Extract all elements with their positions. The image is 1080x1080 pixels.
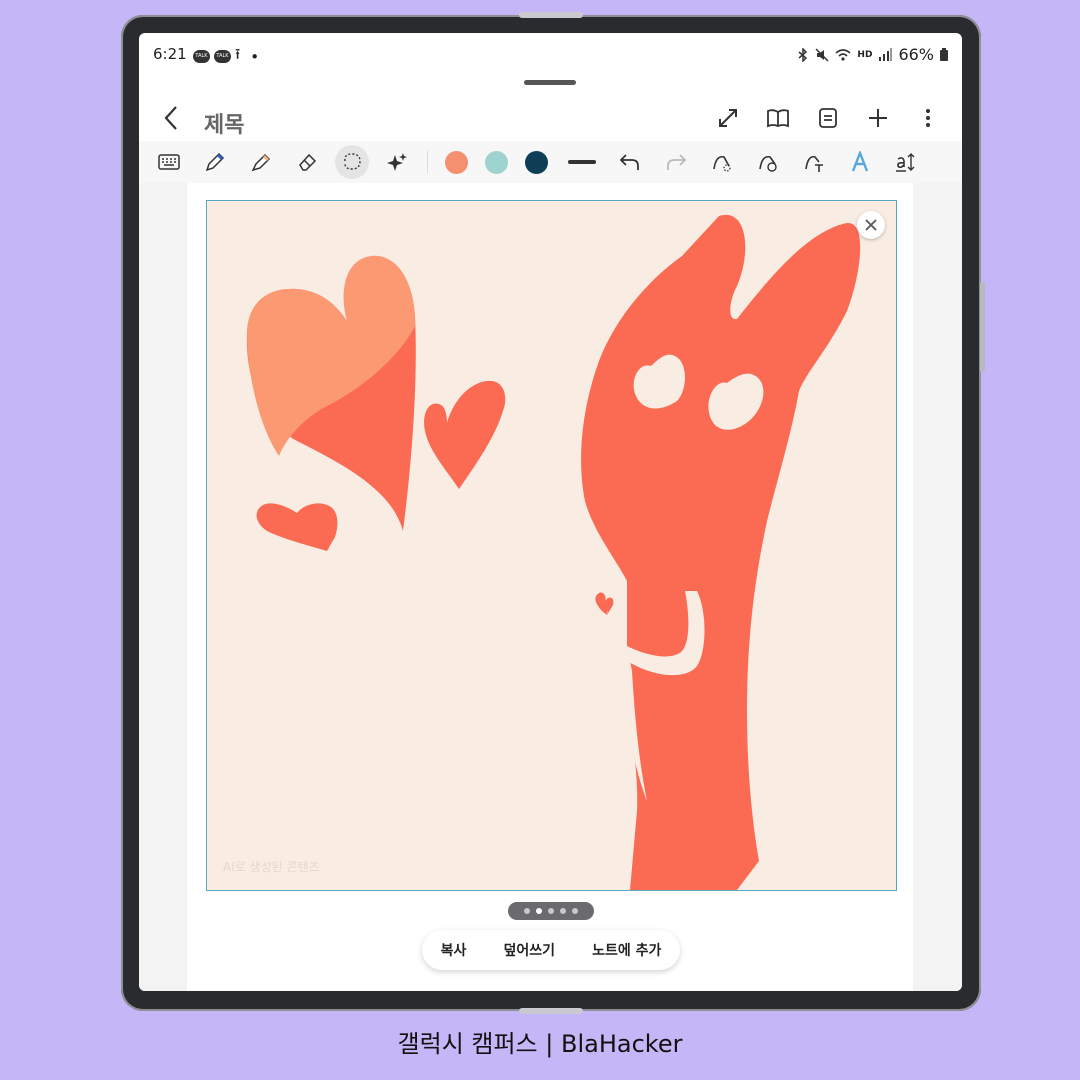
pager-dot-active[interactable] [536,908,542,914]
add-icon[interactable] [866,107,890,131]
redo-icon[interactable] [664,150,688,174]
toolbar-divider [427,151,428,173]
note-title[interactable]: 제목 [204,107,244,139]
tiny-heart-illustration [256,503,338,551]
eraser-icon[interactable] [295,150,319,174]
image-action-bar: 복사 덮어쓰기 노트에 추가 [422,930,680,970]
pager-dot[interactable] [548,908,554,914]
expand-icon[interactable] [716,107,740,131]
status-time: 6:21 [153,45,187,63]
keyboard-icon[interactable] [157,150,181,174]
back-icon[interactable] [163,105,179,138]
big-heart-illustration [246,255,416,531]
status-right: HD 66% [797,45,948,64]
text-size-icon[interactable] [894,150,918,174]
kakaotalk-icon: TALK [193,50,210,63]
generated-image-preview[interactable]: AI로 생성된 콘텐츠 [206,200,897,891]
drawing-toolbar [139,141,962,183]
text-convert-icon[interactable] [802,150,826,174]
status-bar: 6:21 TALK TALK ⭱ • HD 66% [139,33,962,77]
pen-icon[interactable] [203,150,227,174]
shape-correct-icon[interactable] [710,150,734,174]
hd-voice-icon: HD [857,49,873,60]
undo-icon[interactable] [618,150,642,174]
title-actions [716,107,940,131]
color-swatch-coral[interactable] [445,150,468,174]
color-swatch-teal[interactable] [485,150,508,174]
more-options-icon[interactable] [916,107,940,131]
lasso-select-icon[interactable] [335,145,369,179]
pager-dot[interactable] [572,908,578,914]
mute-icon [815,47,829,62]
character-illustration [581,214,861,890]
hinge-top [519,12,583,18]
pager-dot[interactable] [524,908,530,914]
battery-icon [940,48,948,61]
page-list-icon[interactable] [816,107,840,131]
caption: 갤럭시 캠퍼스 | BlaHacker [397,1030,683,1058]
generated-illustration [246,214,861,890]
bluetooth-icon [798,47,808,62]
signal-icon [879,48,893,61]
drag-handle[interactable] [524,80,576,85]
status-notifications: TALK TALK ⭱ • [193,44,259,69]
small-heart-illustration [424,380,506,489]
highlighter-icon[interactable] [249,150,273,174]
close-icon [865,219,877,231]
add-to-note-button[interactable]: 노트에 추가 [592,940,661,960]
screen: 6:21 TALK TALK ⭱ • HD 66% 제목 AI로 생성된 콘텐츠 [139,33,962,991]
pager-dot[interactable] [560,908,566,914]
side-button [980,282,985,372]
upload-icon: ⭱ [235,45,241,63]
text-style-icon[interactable] [848,150,872,174]
hinge-bottom [519,1008,583,1014]
close-preview-button[interactable] [857,211,885,239]
kakaotalk-icon: TALK [214,50,231,63]
color-swatch-navy[interactable] [525,150,548,174]
ai-generated-watermark: AI로 생성된 콘텐츠 [223,860,320,874]
stroke-width-icon[interactable] [568,160,596,164]
ai-assist-icon[interactable] [385,150,409,174]
image-pager[interactable] [508,902,594,920]
wifi-icon [835,49,851,61]
book-view-icon[interactable] [766,107,790,131]
handwriting-tidy-icon[interactable] [756,150,780,174]
more-notifications-dot: • [250,47,260,66]
battery-percent: 66% [898,45,934,64]
copy-button[interactable]: 복사 [441,940,467,960]
overwrite-button[interactable]: 덮어쓰기 [503,940,555,960]
